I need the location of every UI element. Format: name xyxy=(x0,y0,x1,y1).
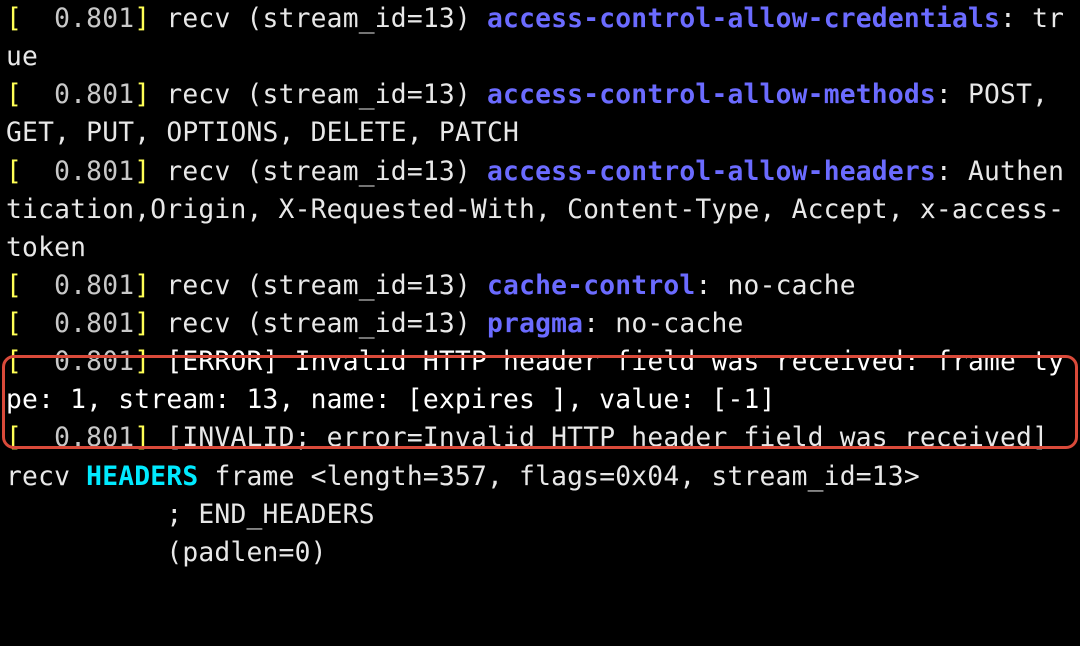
log-line: [ 0.801] recv (stream_id=13) access-cont… xyxy=(6,157,1064,263)
timestamp: 0.801 xyxy=(22,423,134,453)
error-text: [ERROR] Invalid HTTP header field was re… xyxy=(6,347,1064,415)
error-line: [ 0.801] [ERROR] Invalid HTTP header fie… xyxy=(6,347,1064,415)
header-name: access-control-allow-headers xyxy=(487,157,936,187)
bracket-open: [ xyxy=(6,347,22,377)
header-name: access-control-allow-methods xyxy=(487,80,936,110)
timestamp: 0.801 xyxy=(22,80,134,110)
timestamp: 0.801 xyxy=(22,347,134,377)
timestamp: 0.801 xyxy=(22,309,134,339)
bracket-open: [ xyxy=(6,80,22,110)
bracket-open: [ xyxy=(6,309,22,339)
bracket-open: [ xyxy=(6,423,22,453)
recv-prefix: recv (stream_id=13) xyxy=(150,309,487,339)
bracket-close: ] xyxy=(134,271,150,301)
bracket-close: ] xyxy=(134,157,150,187)
end-headers-line: ; END_HEADERS xyxy=(6,500,375,530)
recv-prefix: recv (stream_id=13) xyxy=(150,271,487,301)
bracket-open: [ xyxy=(6,4,22,34)
log-line: [ 0.801] recv (stream_id=13) pragma: no-… xyxy=(6,309,744,339)
log-line: [ 0.801] recv (stream_id=13) access-cont… xyxy=(6,4,1064,72)
terminal-output: [ 0.801] recv (stream_id=13) access-cont… xyxy=(0,0,1080,572)
log-line: [ 0.801] recv (stream_id=13) access-cont… xyxy=(6,80,1064,148)
timestamp: 0.801 xyxy=(22,157,134,187)
invalid-line: [ 0.801] [INVALID; error=Invalid HTTP he… xyxy=(6,423,1064,491)
header-name: pragma xyxy=(487,309,583,339)
header-name: access-control-allow-credentials xyxy=(487,4,1000,34)
bracket-close: ] xyxy=(134,80,150,110)
header-value: : no-cache xyxy=(695,271,855,301)
bracket-open: [ xyxy=(6,157,22,187)
timestamp: 0.801 xyxy=(22,271,134,301)
bracket-open: [ xyxy=(6,271,22,301)
padlen-line: (padlen=0) xyxy=(6,538,327,568)
headers-keyword: HEADERS xyxy=(86,462,198,492)
timestamp: 0.801 xyxy=(22,4,134,34)
bracket-close: ] xyxy=(134,423,150,453)
bracket-close: ] xyxy=(134,4,150,34)
recv-prefix: recv (stream_id=13) xyxy=(150,157,487,187)
invalid-text-b: frame <length=357, flags=0x04, stream_id… xyxy=(198,462,919,492)
log-line: [ 0.801] recv (stream_id=13) cache-contr… xyxy=(6,271,856,301)
bracket-close: ] xyxy=(134,347,150,377)
header-value: : no-cache xyxy=(583,309,743,339)
terminal-window: [ 0.801] recv (stream_id=13) access-cont… xyxy=(0,0,1080,646)
recv-prefix: recv (stream_id=13) xyxy=(150,4,487,34)
recv-prefix: recv (stream_id=13) xyxy=(150,80,487,110)
header-name: cache-control xyxy=(487,271,695,301)
bracket-close: ] xyxy=(134,309,150,339)
